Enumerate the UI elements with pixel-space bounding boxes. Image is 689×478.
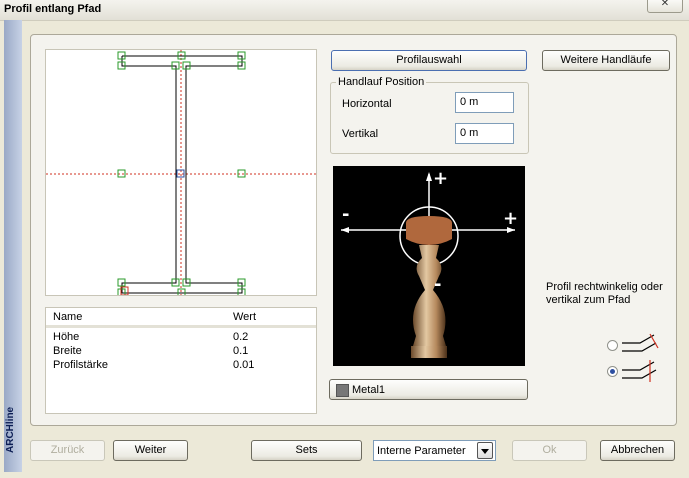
baluster-base — [411, 346, 447, 358]
table-row[interactable]: Breite 0.1 — [46, 345, 316, 359]
radio-vertical[interactable] — [607, 366, 618, 377]
row-value: 0.01 — [233, 359, 255, 371]
cancel-button[interactable]: Abbrechen — [600, 440, 675, 461]
table-header: Name Wert — [46, 308, 316, 328]
horizontal-label: Horizontal — [342, 98, 392, 110]
table-row[interactable]: Profilstärke 0.01 — [46, 359, 316, 373]
vertical-label: Vertikal — [342, 128, 379, 140]
row-value: 0.1 — [233, 345, 249, 357]
column-header-name: Name — [53, 311, 83, 323]
table-row[interactable]: Höhe 0.2 — [46, 331, 316, 345]
perpendicular-profile-icon — [622, 333, 659, 352]
parameters-select-value: Interne Parameter — [377, 445, 466, 457]
row-name: Profilstärke — [53, 359, 109, 371]
handrail-preview: - + + - — [333, 166, 525, 366]
vertical-input[interactable]: 0 m — [455, 123, 514, 144]
plus-label-right: + — [503, 208, 518, 229]
group-title: Handlauf Position — [336, 76, 427, 88]
chevron-down-icon[interactable] — [477, 442, 493, 459]
material-swatch — [336, 384, 349, 397]
baluster-preview-image: - + + - — [341, 168, 518, 358]
window-title: Profil entlang Pfad — [4, 3, 102, 15]
row-value: 0.2 — [233, 331, 249, 343]
close-button[interactable]: ✕ — [647, 0, 683, 13]
horizontal-input[interactable]: 0 m — [455, 92, 514, 113]
minus-label: - — [342, 204, 349, 225]
parameters-select[interactable]: Interne Parameter — [373, 440, 496, 461]
ok-button[interactable]: Ok — [512, 440, 587, 461]
back-button[interactable]: Zurück — [30, 440, 105, 461]
title-bar: Profil entlang Pfad ✕ — [0, 0, 689, 21]
sets-button[interactable]: Sets — [251, 440, 362, 461]
arrow-left-icon — [341, 227, 349, 233]
column-header-value: Wert — [233, 311, 257, 323]
profile-drawing — [46, 50, 316, 295]
close-icon: ✕ — [660, 0, 670, 9]
row-name: Breite — [53, 345, 82, 357]
row-name: Höhe — [53, 331, 80, 343]
profile-canvas[interactable] — [45, 49, 317, 296]
plus-label-top: + — [433, 168, 448, 189]
handrail-profile — [406, 216, 452, 245]
properties-table: Name Wert Höhe 0.2 Breite 0.1 Profilstär… — [45, 307, 317, 414]
material-label: Metal1 — [352, 384, 386, 396]
radio-perpendicular[interactable] — [607, 340, 618, 351]
orientation-label: Profil rechtwinkelig oder vertikal zum P… — [546, 281, 663, 306]
minus-label-bottom: - — [434, 274, 441, 295]
brand-label: ARCHline — [5, 406, 16, 454]
baluster-post — [413, 245, 446, 346]
more-handrails-button[interactable]: Weitere Handläufe — [542, 50, 670, 71]
material-button[interactable]: Metal1 — [329, 379, 528, 400]
next-button[interactable]: Weiter — [113, 440, 188, 461]
vertical-profile-icon — [622, 360, 657, 382]
profile-select-button[interactable]: Profilauswahl — [331, 50, 527, 71]
arrow-up-icon — [426, 172, 432, 181]
brand-sidebar: ARCHline — [4, 20, 22, 472]
